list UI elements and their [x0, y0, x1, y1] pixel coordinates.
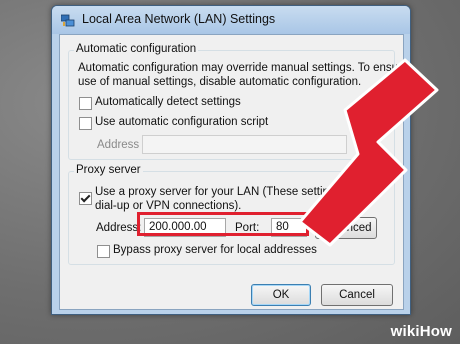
annotation-arrow — [298, 58, 439, 247]
arrow-shape — [298, 58, 439, 247]
watermark-how: How — [419, 323, 452, 340]
watermark-wiki: wiki — [390, 323, 420, 340]
wikihow-watermark: wikiHow — [391, 323, 452, 340]
